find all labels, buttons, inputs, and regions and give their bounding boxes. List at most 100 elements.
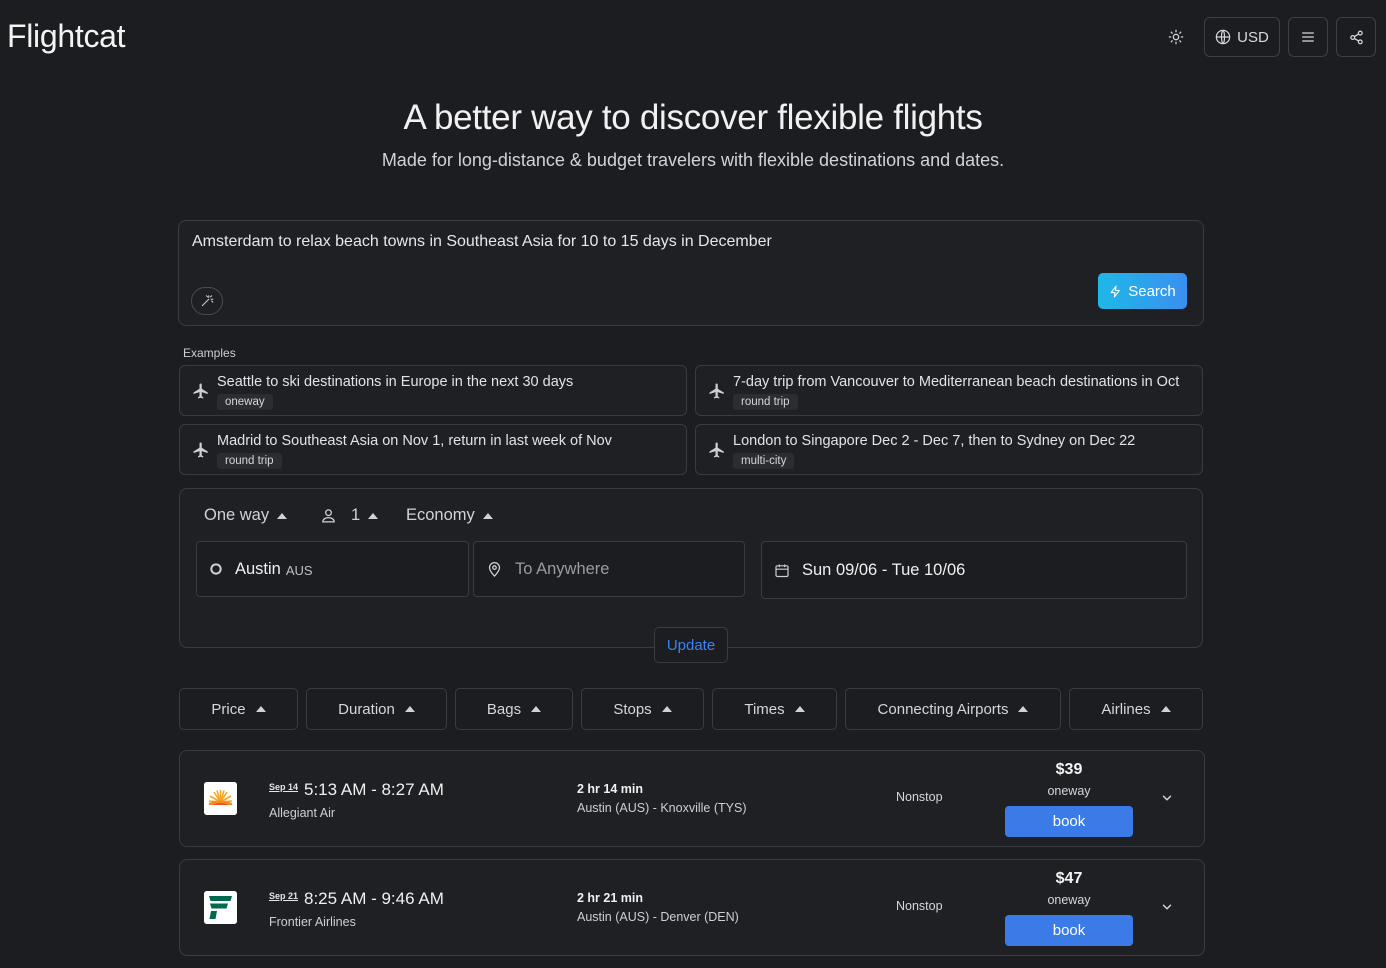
cabin-value: Economy: [406, 506, 475, 524]
search-label: Search: [1128, 282, 1176, 300]
magic-wand-button[interactable]: [191, 287, 223, 315]
prompt-text[interactable]: Amsterdam to relax beach towns in Southe…: [192, 233, 772, 251]
example-card[interactable]: 7-day trip from Vancouver to Mediterrane…: [695, 365, 1203, 416]
caret-up-icon: [661, 706, 672, 712]
flight-route: Austin (AUS) - Denver (DEN): [577, 910, 739, 924]
origin-circle-icon: [209, 562, 223, 576]
flight-trip-type: oneway: [1047, 893, 1091, 907]
caret-up-icon: [404, 706, 415, 712]
flight-time: 8:25 AM - 9:46 AM: [304, 889, 444, 908]
destination-field[interactable]: To Anywhere: [473, 541, 745, 597]
example-text: Seattle to ski destinations in Europe in…: [217, 374, 574, 390]
filter-duration[interactable]: Duration: [306, 688, 447, 730]
trip-type-tag: oneway: [217, 394, 273, 410]
example-text: 7-day trip from Vancouver to Mediterrane…: [733, 374, 1180, 390]
expand-row-button[interactable]: [1160, 791, 1174, 810]
caret-up-icon: [1018, 706, 1029, 712]
map-pin-icon: [486, 560, 503, 578]
update-button[interactable]: Update: [654, 627, 728, 663]
frontier-logo-icon: [204, 891, 237, 924]
currency-label: USD: [1237, 28, 1269, 46]
prompt-input[interactable]: Amsterdam to relax beach towns in Southe…: [178, 220, 1204, 326]
magic-wand-icon: [201, 295, 214, 307]
book-button[interactable]: book: [1005, 806, 1133, 837]
example-card[interactable]: London to Singapore Dec 2 - Dec 7, then …: [695, 424, 1203, 475]
filter-label: Bags: [486, 700, 522, 718]
flight-stops: Nonstop: [896, 790, 943, 804]
chevron-down-icon: [1162, 795, 1172, 801]
origin-code: AUS: [285, 562, 313, 578]
chevron-down-icon: [1162, 904, 1172, 910]
hero-title: A better way to discover flexible flight…: [403, 98, 983, 137]
destination-placeholder: To Anywhere: [515, 559, 610, 578]
passengers-select[interactable]: 1: [320, 506, 379, 525]
search-form: One way 1 Economy Austin AUS To Anywhere: [179, 488, 1203, 663]
trip-type-select[interactable]: One way: [204, 506, 288, 525]
currency-button[interactable]: USD: [1204, 17, 1280, 57]
airplane-icon: [193, 442, 208, 458]
filter-label: Duration: [338, 700, 395, 718]
filter-bags[interactable]: Bags: [455, 688, 573, 730]
filter-connecting-airports[interactable]: Connecting Airports: [845, 688, 1061, 730]
trip-type-value: One way: [204, 506, 270, 524]
airplane-icon: [709, 383, 724, 399]
caret-up-icon: [1160, 706, 1171, 712]
cabin-select[interactable]: Economy: [406, 506, 493, 525]
person-icon: [322, 509, 335, 523]
menu-button[interactable]: [1288, 17, 1328, 57]
flight-result-row[interactable]: Sep 21 8:25 AM - 9:46 AM Frontier Airlin…: [179, 859, 1205, 956]
flight-duration: 2 hr 14 min: [577, 782, 643, 796]
caret-up-icon: [277, 512, 288, 519]
flight-duration: 2 hr 21 min: [577, 891, 643, 905]
caret-up-icon: [794, 706, 805, 712]
app-logo[interactable]: Flightcat: [7, 18, 126, 55]
filter-times[interactable]: Times: [712, 688, 837, 730]
airplane-icon: [193, 383, 208, 399]
filter-stops[interactable]: Stops: [581, 688, 704, 730]
example-text: Madrid to Southeast Asia on Nov 1, retur…: [217, 433, 612, 449]
date-range-value: Sun 09/06 - Tue 10/06: [802, 560, 966, 579]
example-text: London to Singapore Dec 2 - Dec 7, then …: [733, 433, 1136, 449]
book-button[interactable]: book: [1005, 915, 1133, 946]
calendar-icon: [774, 562, 790, 579]
origin-field[interactable]: Austin AUS: [196, 541, 469, 597]
share-button[interactable]: [1336, 17, 1376, 57]
flight-price: $47: [1055, 870, 1083, 887]
flight-date: Sep 14: [269, 782, 299, 792]
example-card[interactable]: Madrid to Southeast Asia on Nov 1, retur…: [179, 424, 687, 475]
passengers-value: 1: [351, 506, 361, 524]
header-actions: USD: [1156, 17, 1376, 57]
filter-label: Times: [744, 700, 785, 718]
airline-name: Frontier Airlines: [269, 915, 356, 929]
flight-price: $39: [1055, 761, 1083, 778]
trip-type-tag: round trip: [733, 394, 798, 410]
flight-stops: Nonstop: [896, 899, 943, 913]
example-card[interactable]: Seattle to ski destinations in Europe in…: [179, 365, 687, 416]
caret-up-icon: [531, 706, 542, 712]
sun-icon: [1168, 29, 1184, 45]
flight-result-row[interactable]: Sep 14 5:13 AM - 8:27 AM Allegiant Air 2…: [179, 750, 1205, 847]
share-icon: [1349, 30, 1363, 44]
menu-icon: [1302, 32, 1314, 42]
search-button[interactable]: Search: [1098, 273, 1187, 309]
theme-toggle-button[interactable]: [1156, 17, 1196, 57]
flight-date: Sep 21: [269, 891, 299, 901]
flight-route: Austin (AUS) - Knoxville (TYS): [577, 801, 747, 815]
airline-name: Allegiant Air: [269, 806, 336, 820]
filter-label: Connecting Airports: [877, 700, 1009, 718]
hero-subtitle: Made for long-distance & budget traveler…: [381, 150, 1005, 170]
filter-label: Airlines: [1101, 700, 1151, 718]
filter-price[interactable]: Price: [179, 688, 298, 730]
trip-type-tag: multi-city: [733, 453, 795, 469]
flight-trip-type: oneway: [1047, 784, 1091, 798]
flight-time: 5:13 AM - 8:27 AM: [304, 780, 444, 799]
globe-icon: [1215, 29, 1231, 45]
caret-up-icon: [482, 512, 493, 519]
date-range-field[interactable]: Sun 09/06 - Tue 10/06: [761, 541, 1187, 599]
filter-airlines[interactable]: Airlines: [1069, 688, 1203, 730]
expand-row-button[interactable]: [1160, 900, 1174, 919]
origin-city: Austin: [235, 559, 281, 578]
allegiant-logo-icon: [204, 782, 237, 815]
trip-type-tag: round trip: [217, 453, 282, 469]
filter-label: Stops: [613, 700, 652, 718]
